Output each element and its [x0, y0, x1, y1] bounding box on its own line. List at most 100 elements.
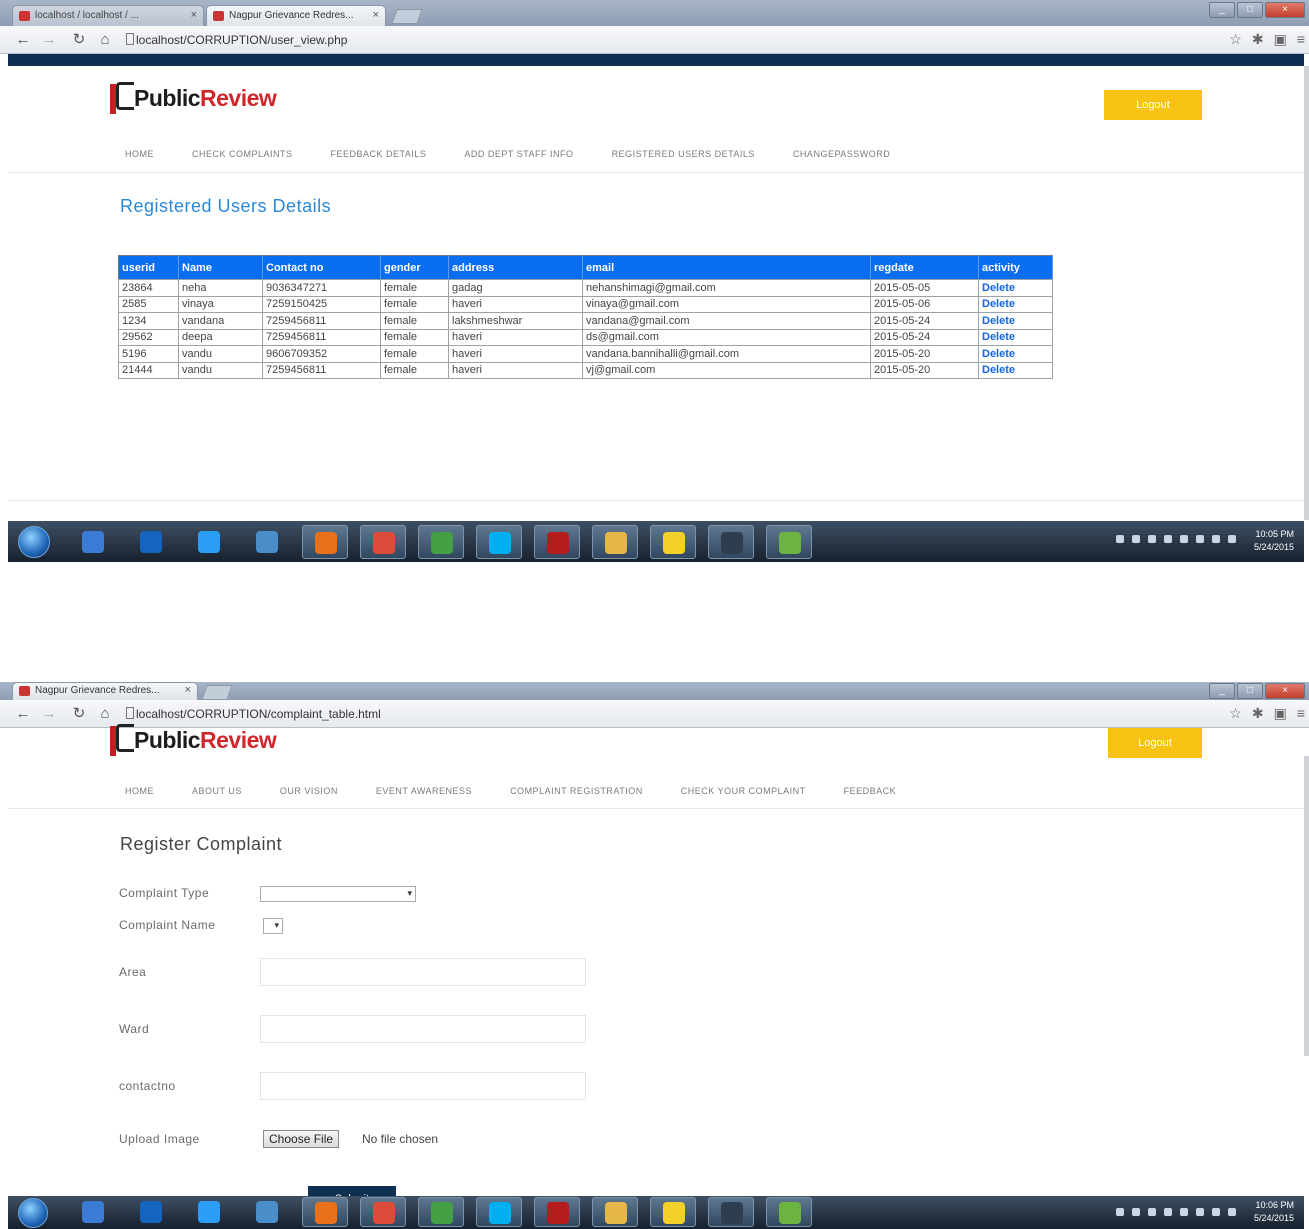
star-icon[interactable]: ☆: [1229, 31, 1242, 48]
browser-tab[interactable]: localhost / localhost / ... ×: [12, 5, 204, 26]
dreamweaver-icon[interactable]: [766, 1197, 812, 1227]
media-player-icon[interactable]: [128, 525, 174, 559]
menu-item-about-us[interactable]: ABOUT US: [192, 786, 242, 796]
chrome-icon[interactable]: [360, 1197, 406, 1227]
screen-icon[interactable]: ▣: [1274, 705, 1287, 722]
reload-icon[interactable]: ↻: [70, 705, 88, 723]
menu-item-feedback[interactable]: FEEDBACK: [844, 786, 897, 796]
acrobat-icon[interactable]: [534, 525, 580, 559]
page-scrollbar[interactable]: [1304, 756, 1309, 1056]
screen-icon[interactable]: ▣: [1274, 31, 1287, 48]
library-icon[interactable]: [244, 1197, 290, 1227]
menu-item-registered-users[interactable]: REGISTERED USERS DETAILS: [612, 149, 755, 159]
close-window-button[interactable]: ×: [1265, 683, 1305, 699]
menu-item-check-complaints[interactable]: CHECK COMPLAINTS: [192, 149, 293, 159]
logout-button[interactable]: Logout: [1108, 728, 1202, 758]
choose-file-button[interactable]: Choose File: [263, 1130, 340, 1148]
logout-button[interactable]: Logout: [1104, 90, 1202, 120]
browser-tab-active[interactable]: Nagpur Grievance Redres... ×: [12, 682, 198, 700]
delete-link[interactable]: Delete: [978, 361, 1053, 379]
close-icon[interactable]: ×: [373, 9, 379, 21]
tray-icon[interactable]: [1132, 535, 1140, 543]
extension-icon[interactable]: ✱: [1252, 31, 1264, 48]
menu-icon[interactable]: ≡: [1297, 705, 1305, 722]
taskbar-clock[interactable]: 10:06 PM 5/24/2015: [1254, 1199, 1294, 1225]
explorer-icon[interactable]: [70, 525, 116, 559]
star-icon[interactable]: ☆: [1229, 705, 1242, 722]
app-icon[interactable]: [650, 525, 696, 559]
menu-item-event-awareness[interactable]: EVENT AWARENESS: [376, 786, 472, 796]
explorer-icon[interactable]: [70, 1197, 116, 1227]
app-icon[interactable]: [650, 1197, 696, 1227]
media-player-icon[interactable]: [128, 1197, 174, 1227]
tray-icon[interactable]: [1164, 1208, 1172, 1216]
tray-icon[interactable]: [1196, 535, 1204, 543]
folder-icon[interactable]: [592, 1197, 638, 1227]
tray-icon[interactable]: [1212, 1208, 1220, 1216]
delete-link[interactable]: Delete: [978, 328, 1053, 346]
back-icon[interactable]: ←: [14, 31, 32, 49]
firefox-icon[interactable]: [302, 1197, 348, 1227]
menu-item-check-your-complaint[interactable]: CHECK YOUR COMPLAINT: [681, 786, 806, 796]
menu-item-our-vision[interactable]: OUR VISION: [280, 786, 338, 796]
calculator-icon[interactable]: [708, 1197, 754, 1227]
close-window-button[interactable]: ×: [1265, 2, 1305, 18]
taskbar-clock[interactable]: 10:05 PM 5/24/2015: [1254, 528, 1294, 554]
menu-item-feedback-details[interactable]: FEEDBACK DETAILS: [331, 149, 427, 159]
menu-item-complaint-registration[interactable]: COMPLAINT REGISTRATION: [510, 786, 643, 796]
forward-icon[interactable]: →: [40, 31, 58, 49]
delete-link[interactable]: Delete: [978, 345, 1053, 363]
forward-icon[interactable]: →: [40, 705, 58, 723]
tray-icon[interactable]: [1164, 535, 1172, 543]
maximize-button[interactable]: □: [1237, 683, 1263, 699]
tray-icon[interactable]: [1116, 1208, 1124, 1216]
tray-icon[interactable]: [1212, 535, 1220, 543]
tray-icon[interactable]: [1196, 1208, 1204, 1216]
skype-icon[interactable]: [476, 525, 522, 559]
address-bar[interactable]: localhost/CORRUPTION/user_view.php: [126, 30, 1196, 50]
back-icon[interactable]: ←: [14, 705, 32, 723]
start-button[interactable]: [18, 526, 50, 558]
skype-icon[interactable]: [476, 1197, 522, 1227]
tray-icon[interactable]: [1116, 535, 1124, 543]
new-tab-button[interactable]: [391, 9, 423, 24]
delete-link[interactable]: Delete: [978, 295, 1053, 313]
menu-item-add-dept-staff[interactable]: ADD DEPT STAFF INFO: [464, 149, 573, 159]
home-icon[interactable]: ⌂: [96, 31, 114, 49]
site-logo[interactable]: PublicReview: [110, 80, 277, 116]
torrent-icon[interactable]: [418, 1197, 464, 1227]
menu-item-change-password[interactable]: CHANGEPASSWORD: [793, 149, 890, 159]
minimize-button[interactable]: _: [1209, 2, 1235, 18]
library-icon[interactable]: [244, 525, 290, 559]
home-icon[interactable]: ⌂: [96, 705, 114, 723]
tray-icon[interactable]: [1148, 535, 1156, 543]
maximize-button[interactable]: □: [1237, 2, 1263, 18]
acrobat-icon[interactable]: [534, 1197, 580, 1227]
torrent-icon[interactable]: [418, 525, 464, 559]
browser-tab-active[interactable]: Nagpur Grievance Redres... ×: [206, 5, 386, 26]
menu-item-home[interactable]: HOME: [125, 149, 154, 159]
page-scrollbar[interactable]: [1304, 66, 1309, 520]
site-logo[interactable]: PublicReview: [110, 722, 277, 758]
folder-icon[interactable]: [592, 525, 638, 559]
area-input[interactable]: [260, 958, 586, 986]
close-icon[interactable]: ×: [185, 684, 191, 696]
complaint-name-select[interactable]: ▾: [263, 918, 283, 934]
tray-icon[interactable]: [1180, 535, 1188, 543]
firefox-icon[interactable]: [302, 525, 348, 559]
address-bar[interactable]: localhost/CORRUPTION/complaint_table.htm…: [126, 704, 1196, 724]
ward-input[interactable]: [260, 1015, 586, 1043]
internet-explorer-icon[interactable]: [186, 525, 232, 559]
internet-explorer-icon[interactable]: [186, 1197, 232, 1227]
delete-link[interactable]: Delete: [978, 312, 1053, 330]
tray-icon[interactable]: [1132, 1208, 1140, 1216]
menu-icon[interactable]: ≡: [1297, 31, 1305, 48]
chrome-icon[interactable]: [360, 525, 406, 559]
tray-icon[interactable]: [1228, 1208, 1236, 1216]
start-button[interactable]: [18, 1198, 48, 1228]
new-tab-button[interactable]: [201, 685, 233, 700]
contact-input[interactable]: [260, 1072, 586, 1100]
extension-icon[interactable]: ✱: [1252, 705, 1264, 722]
calculator-icon[interactable]: [708, 525, 754, 559]
tray-icon[interactable]: [1148, 1208, 1156, 1216]
